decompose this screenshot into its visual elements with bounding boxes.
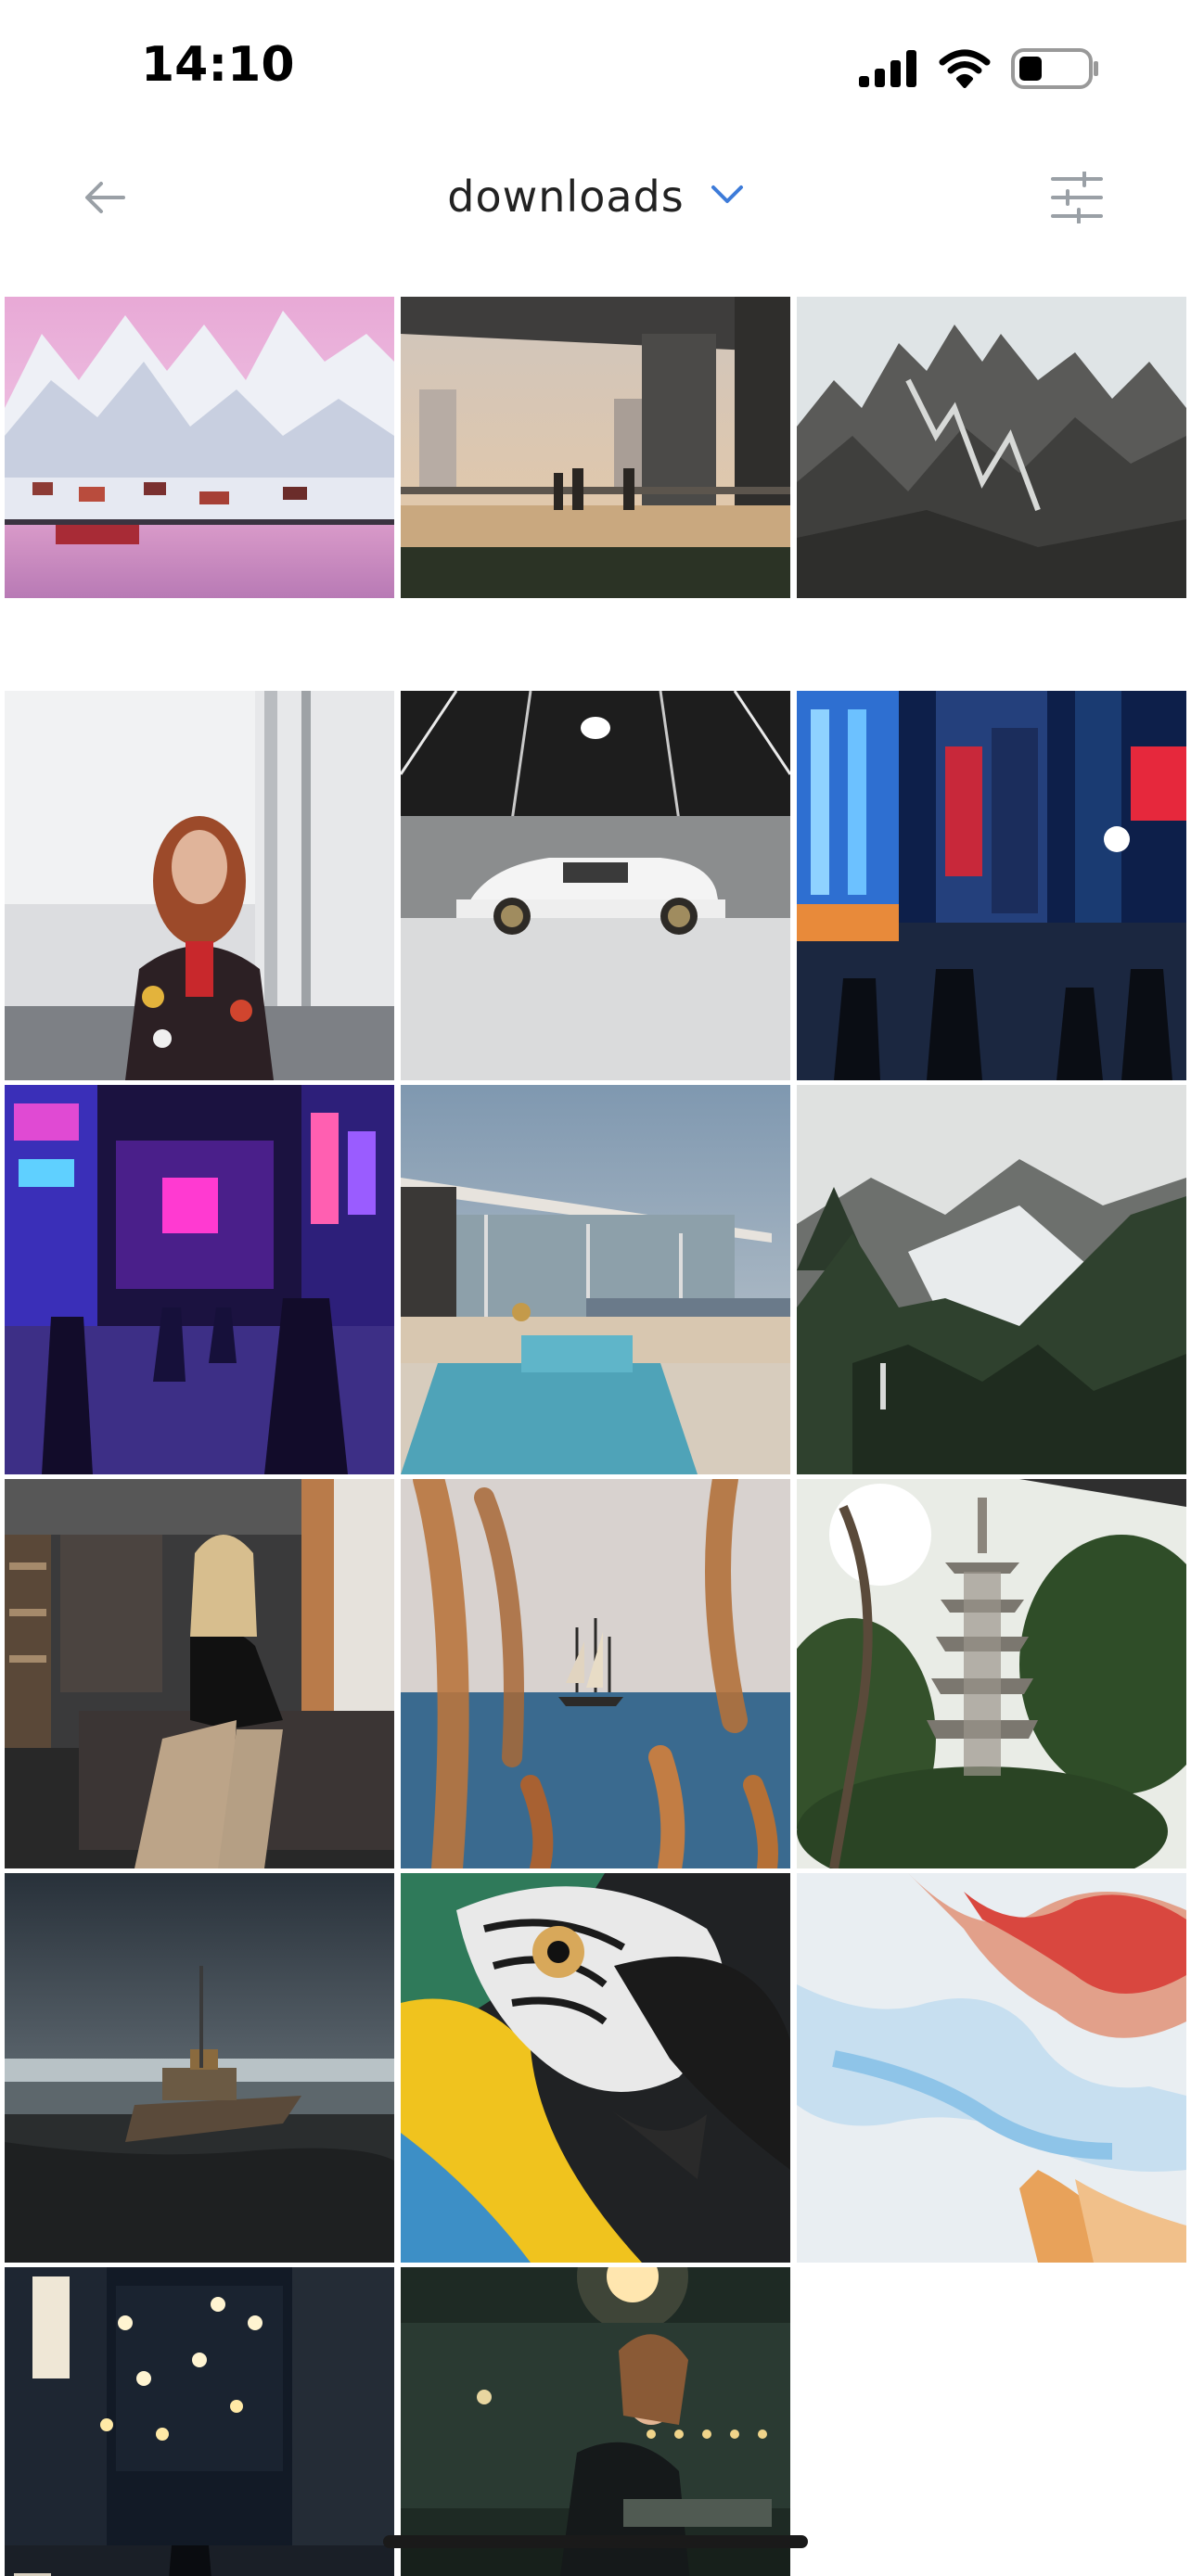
photo-woman-patch-jacket [5, 691, 394, 1080]
photo-tile[interactable] [5, 297, 394, 598]
sliders-icon [1051, 170, 1103, 228]
photo-tile[interactable] [797, 1085, 1186, 1474]
photo-tile[interactable] [797, 297, 1186, 598]
photo-white-car-garage [401, 691, 790, 1080]
photo-tile[interactable] [401, 691, 790, 1080]
photo-misty-forest [797, 1085, 1186, 1474]
photo-tile[interactable] [401, 297, 790, 598]
photo-purple-neon-alley [5, 1085, 394, 1474]
photo-macaw-parrot [401, 1873, 790, 2263]
photo-tile[interactable] [401, 1873, 790, 2263]
photo-modern-house-pool [401, 1085, 790, 1474]
cellular-signal-icon [859, 49, 918, 92]
folder-dropdown-button[interactable]: downloads [447, 172, 743, 222]
battery-icon [1011, 47, 1100, 94]
page-title: downloads [447, 172, 685, 222]
wifi-icon [939, 49, 991, 93]
photo-snowy-mountain-harbor [5, 297, 394, 598]
photo-pagoda-garden [797, 1479, 1186, 1868]
status-bar: 14:10 [0, 0, 1191, 139]
photo-shipwreck-beach [5, 1873, 394, 2263]
status-time: 14:10 [141, 37, 295, 93]
chevron-down-icon [711, 185, 744, 210]
photo-tile[interactable] [5, 2267, 394, 2576]
photo-tile[interactable] [401, 2267, 790, 2576]
photo-tile[interactable] [5, 1873, 394, 2263]
photo-tile[interactable] [401, 1479, 790, 1868]
photo-japanese-alley [5, 2267, 394, 2576]
photo-woman-tunnel [401, 2267, 790, 2576]
photo-rocky-peaks [797, 297, 1186, 598]
photo-ship-through-grass [401, 1479, 790, 1868]
photo-grid-screen: 14:10 downloads [0, 0, 1191, 2576]
filter-button[interactable] [1041, 163, 1113, 236]
photo-tile[interactable] [797, 1873, 1186, 2263]
photo-bridge-sunset [401, 297, 790, 598]
photo-tile[interactable] [5, 1479, 394, 1868]
home-indicator [383, 2535, 808, 2548]
photo-neon-street [797, 691, 1186, 1080]
title-wrap: downloads [0, 159, 1191, 234]
photo-tile[interactable] [5, 691, 394, 1080]
photo-grid [5, 297, 1186, 2576]
status-icons [859, 46, 1100, 95]
nav-bar: downloads [0, 139, 1191, 287]
photo-tile[interactable] [401, 1085, 790, 1474]
photo-tile[interactable] [797, 691, 1186, 1080]
photo-tile[interactable] [797, 1479, 1186, 1868]
photo-fluid-art [797, 1873, 1186, 2263]
photo-tile[interactable] [5, 1085, 394, 1474]
photo-woman-sofa [5, 1479, 394, 1868]
